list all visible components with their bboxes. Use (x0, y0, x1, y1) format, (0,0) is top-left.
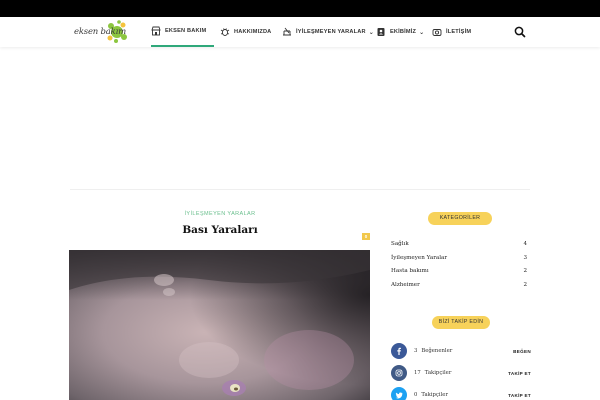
facebook-icon[interactable] (391, 343, 407, 359)
post-title[interactable]: Bası Yaraları (70, 224, 370, 236)
instagram-icon[interactable] (391, 365, 407, 381)
nav-eksen-bakim[interactable]: EKSEN BAKIM (151, 17, 214, 47)
comment-count-badge[interactable]: 0 (362, 233, 370, 240)
category-item[interactable]: İyileşmeyen Yaralar 3 (391, 255, 527, 261)
social-count: 17 (414, 370, 421, 376)
ad-space (70, 60, 530, 188)
categories-title: KATEGORİLER (428, 212, 492, 225)
category-item[interactable]: Sağlık 4 (391, 241, 527, 247)
category-name: Sağlık (391, 241, 409, 247)
social-label: Takipçiler (424, 370, 452, 376)
chevron-down-icon: ⌄ (368, 29, 374, 36)
social-label: Takipçiler (421, 392, 448, 398)
category-count: 2 (523, 282, 527, 288)
bug-icon (220, 28, 230, 36)
social-instagram-row[interactable]: 17 Takipçiler TAKİP ET (391, 365, 531, 381)
social-facebook-row[interactable]: 3 Beğenenler BEĞEN (391, 343, 531, 359)
nav-label: HAKKIMIZDA (234, 29, 272, 35)
follow-button[interactable]: TAKİP ET (508, 371, 531, 376)
like-button[interactable]: BEĞEN (513, 349, 531, 354)
category-name: Alzheimer (391, 282, 420, 288)
social-label: Beğenenler (421, 348, 453, 354)
nav-label: EKSEN BAKIM (165, 28, 207, 34)
wound-icon (283, 27, 291, 36)
category-name: Hasta bakımı (391, 268, 429, 274)
top-black-bar (0, 0, 600, 17)
post-featured-image[interactable] (69, 250, 370, 400)
category-count: 2 (523, 268, 527, 274)
social-count: 3 (414, 348, 418, 354)
team-icon (377, 28, 385, 36)
nav-label: EKİBİMİZ (390, 29, 417, 35)
follow-button[interactable]: TAKİP ET (508, 393, 531, 398)
logo-text: eksen bakım (74, 27, 126, 37)
search-icon[interactable] (513, 25, 527, 39)
content-divider (70, 189, 530, 190)
social-count: 0 (414, 392, 418, 398)
category-count: 4 (523, 241, 527, 247)
follow-title: BİZİ TAKİP EDİN (432, 316, 490, 329)
main-navbar: eksen bakım EKSEN BAKIM HAKKIMIZDA İYİLE… (0, 17, 600, 47)
nav-hakkimizda[interactable]: HAKKIMIZDA (220, 17, 271, 47)
category-name: İyileşmeyen Yaralar (391, 255, 447, 261)
nav-iyilesmeyen-yaralar[interactable]: İYİLEŞMEYEN YARALAR ⌄ (282, 17, 374, 47)
store-icon (151, 26, 161, 36)
camera-icon (432, 29, 442, 36)
twitter-icon[interactable] (391, 387, 407, 400)
nav-label: İLETİŞİM (446, 29, 472, 35)
site-logo[interactable]: eksen bakım (74, 19, 130, 45)
nav-label: İYİLEŞMEYEN YARALAR (296, 29, 366, 35)
social-twitter-row[interactable]: 0 Takipçiler TAKİP ET (391, 387, 531, 400)
category-count: 3 (523, 255, 527, 261)
nav-iletisim[interactable]: İLETİŞİM (432, 17, 471, 47)
category-item[interactable]: Hasta bakımı 2 (391, 268, 527, 274)
wound-photo (69, 250, 370, 400)
category-item[interactable]: Alzheimer 2 (391, 282, 527, 288)
chevron-down-icon: ⌄ (419, 29, 425, 36)
nav-ekibimiz[interactable]: EKİBİMİZ ⌄ (376, 17, 424, 47)
post-category[interactable]: İYİLEŞMEYEN YARALAR (70, 211, 370, 217)
